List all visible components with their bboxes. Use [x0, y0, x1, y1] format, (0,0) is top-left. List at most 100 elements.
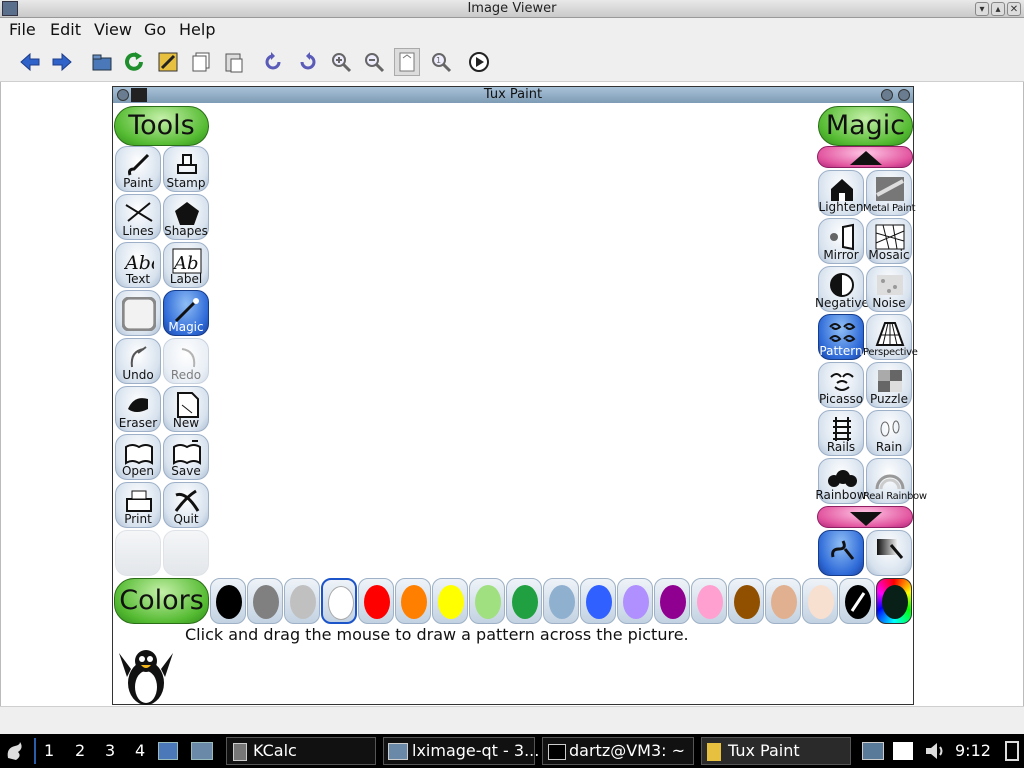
tools-shapes-button[interactable]: Shapes [163, 194, 209, 240]
magic-fullscreen-mode-button[interactable] [866, 530, 912, 576]
color-swatch[interactable] [284, 578, 320, 624]
magic-scroll-down-button[interactable] [817, 506, 913, 528]
back-icon[interactable] [18, 50, 42, 74]
tools-paint-button[interactable]: Paint [115, 146, 161, 192]
task-kcalc[interactable]: KCalc [226, 737, 376, 765]
color-swatch[interactable] [543, 578, 579, 624]
magic-scroll-up-button[interactable] [817, 146, 913, 168]
color-swatch[interactable] [432, 578, 468, 624]
color-swatch[interactable] [469, 578, 505, 624]
tools-text-button[interactable]: AbcText [115, 242, 161, 288]
color-swatch[interactable] [210, 578, 246, 624]
maximize-icon[interactable]: ▴ [991, 2, 1005, 16]
menu-file[interactable]: File [9, 20, 36, 39]
magic-metal-paint-button[interactable]: Metal Paint [863, 170, 916, 216]
copy-icon[interactable] [189, 50, 213, 74]
tools-eraser-button[interactable]: Eraser [115, 386, 161, 432]
tools-redo-button[interactable]: Redo [163, 338, 209, 384]
color-dot [216, 585, 242, 619]
tools-save-button[interactable]: Save [163, 434, 209, 480]
tools-undo-button[interactable]: Undo [115, 338, 161, 384]
color-swatch[interactable] [617, 578, 653, 624]
tools-print-button[interactable]: Print [115, 482, 161, 528]
rotate-right-icon[interactable] [296, 50, 320, 74]
magic-header: Magic [818, 106, 913, 146]
window-titlebar[interactable]: Image Viewer ▾ ▴ ✕ [0, 0, 1024, 18]
magic-mirror-button[interactable]: Mirror [818, 218, 864, 264]
minimize-icon[interactable]: ▾ [975, 2, 989, 16]
color-swatch[interactable] [765, 578, 801, 624]
color-dot [586, 585, 612, 619]
color-swatch[interactable] [506, 578, 542, 624]
tools-quit-button[interactable]: Quit [163, 482, 209, 528]
slideshow-icon[interactable] [467, 50, 491, 74]
magic-negative-button[interactable]: Negative [815, 266, 869, 312]
task-tuxpaint[interactable]: Tux Paint [701, 737, 851, 765]
desktop-2[interactable]: 2 [75, 741, 85, 760]
rotate-left-icon[interactable] [261, 50, 285, 74]
magic-real-rainbow-button[interactable]: Real Rainbow [863, 458, 927, 504]
magic-mosaic-button[interactable]: Mosaic [866, 218, 912, 264]
desktop-1[interactable]: 1 [44, 741, 54, 760]
tools-stamp-button[interactable]: Stamp [163, 146, 209, 192]
color-swatch[interactable] [247, 578, 283, 624]
network-icon[interactable] [862, 742, 884, 760]
desktop-3[interactable]: 3 [105, 741, 115, 760]
zoom-out-icon[interactable] [362, 50, 386, 74]
edit-icon[interactable] [156, 50, 180, 74]
color-swatch[interactable] [395, 578, 431, 624]
magic-picasso-button[interactable]: Picasso [818, 362, 864, 408]
close-icon[interactable]: ✕ [1007, 2, 1021, 16]
color-swatch[interactable] [580, 578, 616, 624]
color-swatch[interactable] [691, 578, 727, 624]
desktop-4[interactable]: 4 [135, 741, 145, 760]
brush-icon [128, 153, 150, 176]
forward-icon[interactable] [50, 50, 74, 74]
tools-open-button[interactable]: Open [115, 434, 161, 480]
magic-pattern-button[interactable]: Pattern [818, 314, 864, 360]
drawing-canvas[interactable] [210, 105, 816, 624]
magic-noise-button[interactable]: Noise [866, 266, 912, 312]
start-menu-icon[interactable] [4, 740, 26, 762]
show-desktop-icon[interactable] [1005, 741, 1019, 761]
magic-puzzle-button[interactable]: Puzzle [866, 362, 912, 408]
magic-perspective-button[interactable]: Perspective [863, 314, 918, 360]
magic-rails-button[interactable]: Rails [818, 410, 864, 456]
tools-lines-button[interactable]: Lines [115, 194, 161, 240]
menu-help[interactable]: Help [179, 20, 215, 39]
task-terminal[interactable]: dartz@VM3: ~ [542, 737, 694, 765]
volume-icon[interactable] [924, 741, 946, 761]
stamp-icon [177, 154, 197, 174]
tools-new-button[interactable]: New [163, 386, 209, 432]
color-swatch[interactable] [321, 578, 357, 624]
reload-icon[interactable] [122, 50, 146, 74]
magic-rain-button[interactable]: Rain [866, 410, 912, 456]
zoom-in-icon[interactable] [329, 50, 353, 74]
paste-icon[interactable] [222, 50, 246, 74]
tools-label-button[interactable]: Ab Label [163, 242, 209, 288]
color-swatch[interactable] [802, 578, 838, 624]
menu-go[interactable]: Go [144, 20, 166, 39]
toolbar: 1 [0, 42, 1024, 82]
open-folder-icon[interactable] [90, 50, 114, 74]
tools-magic-button[interactable]: Magic [163, 290, 209, 336]
clipboard-icon[interactable] [893, 742, 913, 760]
menu-view[interactable]: View [94, 20, 132, 39]
zoom-original-icon[interactable]: 1 [429, 50, 453, 74]
magic-lighten-button[interactable]: Lighten [818, 170, 864, 216]
magic-paint-mode-button[interactable] [818, 530, 864, 576]
color-swatch[interactable] [654, 578, 690, 624]
tools-label: Redo [170, 368, 202, 382]
file-manager-icon[interactable] [158, 742, 178, 760]
image-viewer-launcher-icon[interactable] [191, 742, 213, 760]
color-swatch[interactable] [358, 578, 394, 624]
color-picker-button[interactable] [839, 578, 875, 624]
tools-blank-button[interactable] [115, 290, 161, 336]
fit-window-icon[interactable] [394, 48, 420, 76]
menu-edit[interactable]: Edit [50, 20, 81, 39]
svg-text:Abc: Abc [124, 252, 154, 274]
color-swatch[interactable] [728, 578, 764, 624]
magic-rainbow-button[interactable]: Rainbow [815, 458, 867, 504]
color-mixer-button[interactable] [876, 578, 912, 624]
task-lximage[interactable]: lximage-qt - 3... [383, 737, 539, 765]
